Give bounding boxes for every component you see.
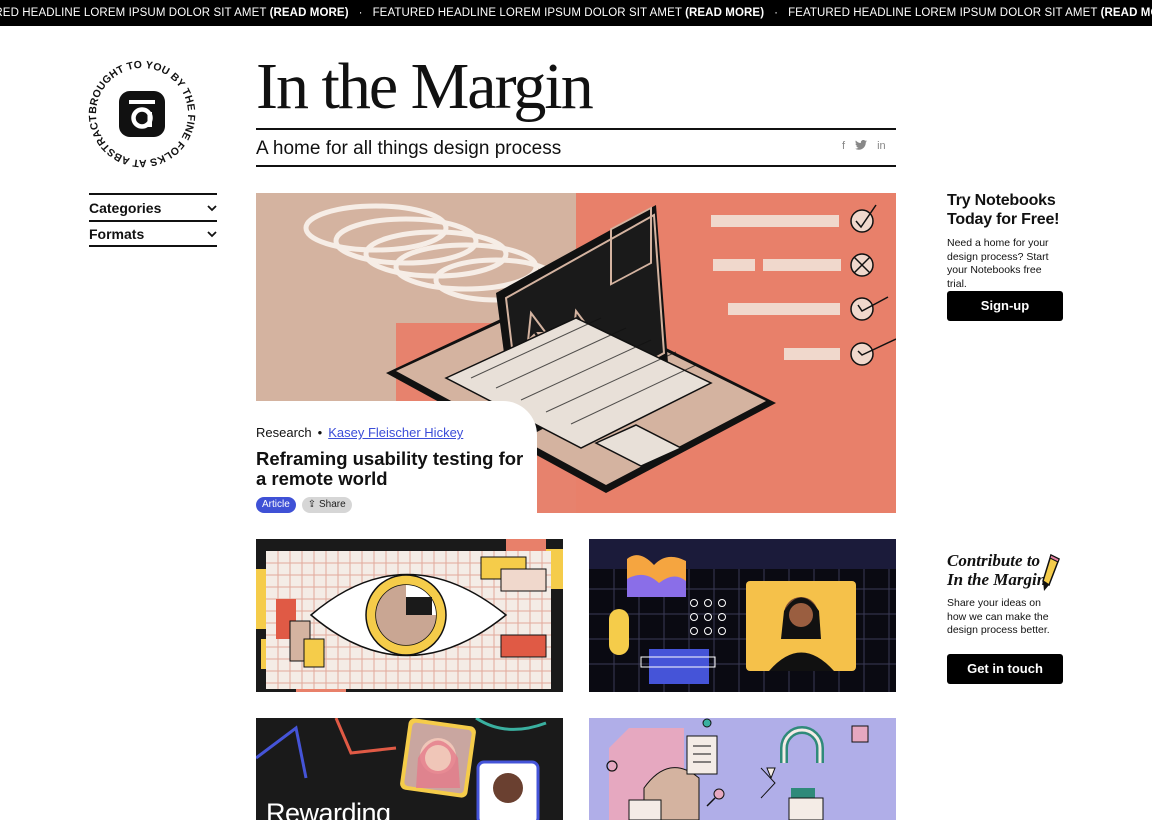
magnet-diagram-illustration[interactable]: [589, 718, 896, 820]
read-more-link[interactable]: (READ MORE): [1101, 7, 1152, 19]
masthead-rule-top: [256, 128, 896, 130]
formats-label: Formats: [89, 225, 145, 242]
card-overlay-title: Rewarding: [266, 798, 391, 820]
author-link[interactable]: Kasey Fleischer Hickey: [328, 425, 463, 440]
promo-title: Try Notebooks Today for Free!: [947, 192, 1060, 228]
twitter-icon[interactable]: [855, 139, 868, 153]
ticker-separator: ·: [774, 7, 779, 19]
categories-label: Categories: [89, 199, 162, 216]
linkedin-icon[interactable]: in: [877, 140, 886, 153]
ticker-item[interactable]: FEATURED HEADLINE LOREM IPSUM DOLOR SIT …: [371, 0, 767, 26]
article-category[interactable]: Research: [256, 425, 312, 440]
notebooks-promo: Try Notebooks Today for Free! Need a hom…: [947, 191, 1063, 291]
side-menu: Categories Formats: [89, 193, 217, 247]
site-tagline: A home for all things design process: [256, 138, 562, 159]
eye-research-illustration[interactable]: [256, 539, 563, 692]
sign-up-button[interactable]: Sign-up: [947, 291, 1063, 321]
ticker-headline: FEATURED HEADLINE LOREM IPSUM DOLOR SIT …: [372, 7, 682, 19]
ticker-headline: URED HEADLINE LOREM IPSUM DOLOR SIT AMET: [0, 7, 267, 19]
contribute-body: Share your ideas on how we can make the …: [947, 597, 1050, 636]
share-icon: ⇪: [307, 499, 319, 510]
ticker-item[interactable]: URED HEADLINE LOREM IPSUM DOLOR SIT AMET…: [0, 0, 351, 26]
ticker-headline: FEATURED HEADLINE LOREM IPSUM DOLOR SIT …: [788, 7, 1098, 19]
masthead-rule-bottom: [256, 165, 896, 167]
contribute-promo: Contribute to In the Margin Share your i…: [947, 551, 1063, 638]
article-pills: Article ⇪ Share: [256, 497, 537, 513]
abstract-logo[interactable]: BROUGHT TO YOU BY THE FINE FOLKS AT ABST…: [86, 58, 198, 170]
social-links: f in: [842, 139, 886, 153]
ticker-separator: ·: [358, 7, 363, 19]
article-tag[interactable]: Article: [256, 497, 296, 513]
pencil-icon: [1042, 553, 1060, 591]
grid-portrait-illustration[interactable]: [589, 539, 896, 692]
share-button[interactable]: ⇪ Share: [301, 497, 352, 513]
categories-dropdown[interactable]: Categories: [89, 193, 217, 220]
facebook-icon[interactable]: f: [842, 140, 845, 153]
chevron-down-icon: [207, 230, 217, 237]
read-more-link[interactable]: (READ MORE): [270, 7, 349, 19]
ticker-item[interactable]: FEATURED HEADLINE LOREM IPSUM DOLOR SIT …: [786, 0, 1152, 26]
news-ticker[interactable]: URED HEADLINE LOREM IPSUM DOLOR SIT AMET…: [0, 0, 1152, 26]
formats-dropdown[interactable]: Formats: [89, 220, 217, 247]
meta-bullet: •: [317, 425, 323, 440]
promo-body: Need a home for your design process? Sta…: [947, 237, 1049, 290]
share-label: Share: [318, 499, 346, 510]
rewarding-portraits-illustration[interactable]: Rewarding: [256, 718, 563, 820]
chevron-down-icon: [207, 204, 217, 211]
featured-article-card[interactable]: Research • Kasey Fleischer Hickey Refram…: [256, 401, 537, 513]
article-meta: Research • Kasey Fleischer Hickey: [256, 425, 537, 440]
get-in-touch-button[interactable]: Get in touch: [947, 654, 1063, 684]
site-title: In the Margin: [256, 50, 594, 123]
featured-article-title[interactable]: Reframing usability testing for a remote…: [256, 449, 526, 489]
read-more-link[interactable]: (READ MORE): [685, 7, 764, 19]
